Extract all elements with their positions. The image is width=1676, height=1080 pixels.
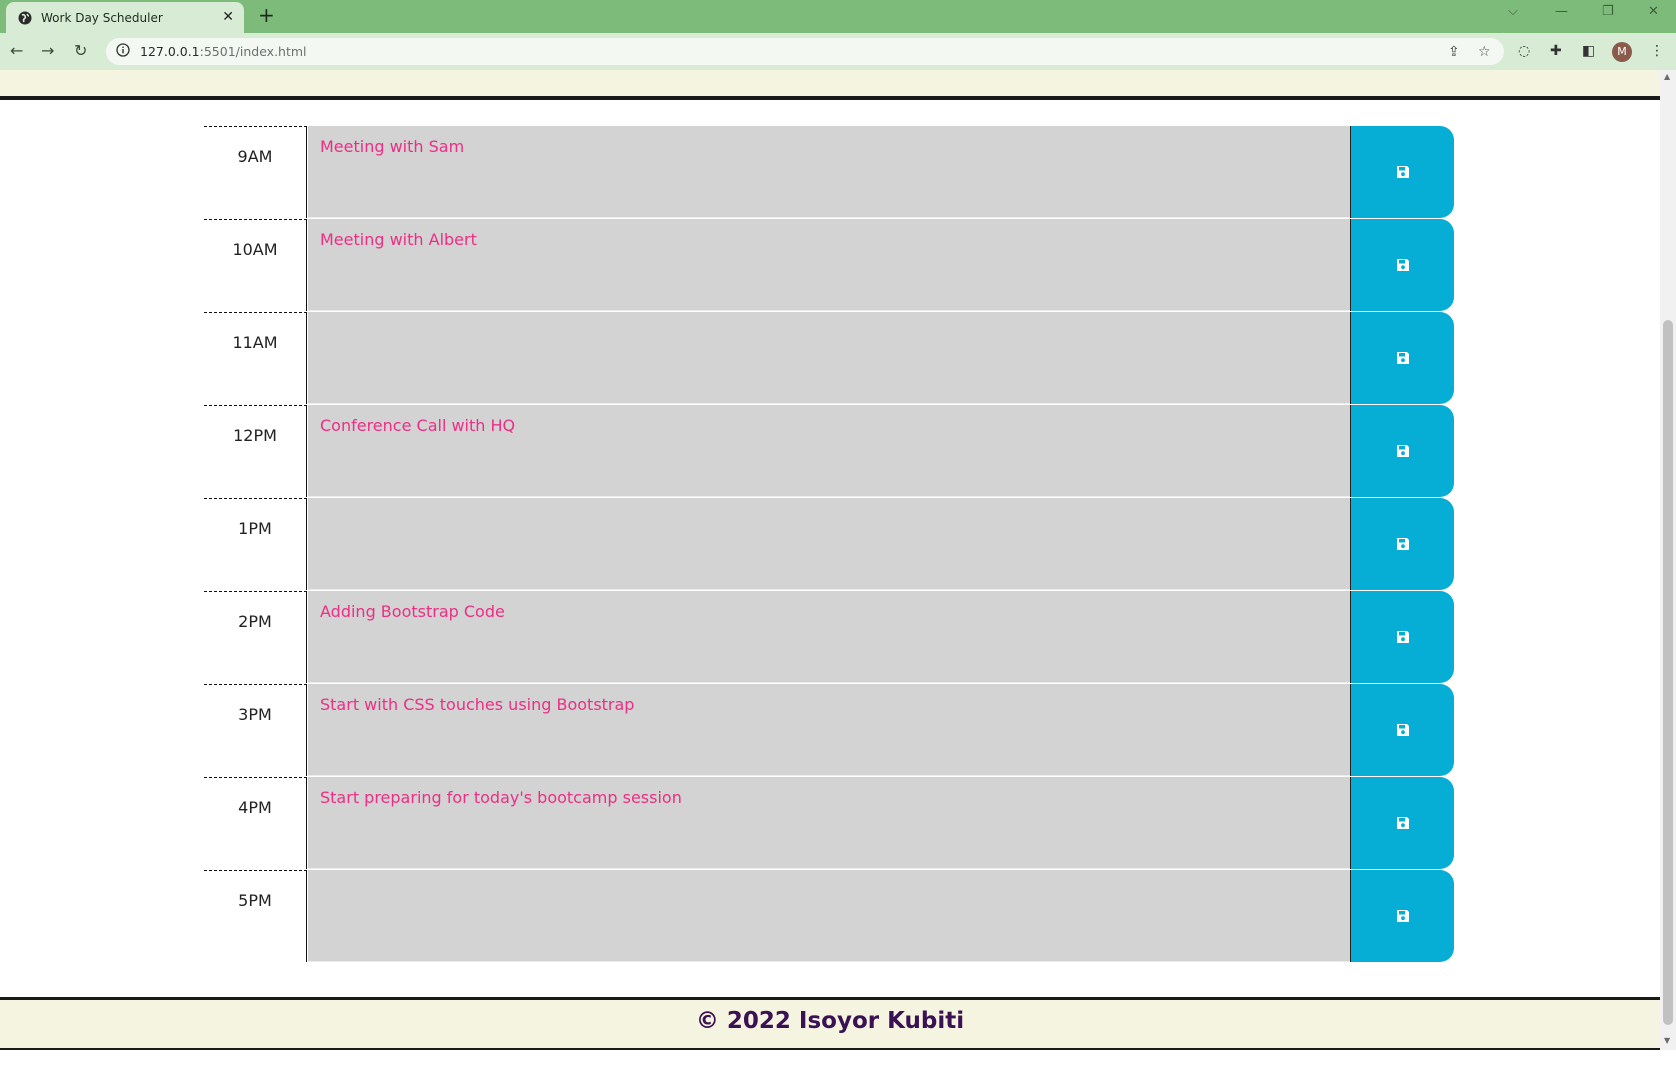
event-description-input[interactable] [308, 870, 1350, 962]
hour-label: 3PM [204, 684, 307, 776]
browser-tab[interactable]: Work Day Scheduler ✕ [6, 2, 244, 33]
scrollbar[interactable]: ▲ ▼ [1660, 70, 1676, 1050]
hour-label: 2PM [204, 591, 307, 683]
save-icon [1396, 259, 1409, 271]
save-button[interactable] [1350, 684, 1454, 776]
event-description-input[interactable]: Conference Call with HQ [308, 405, 1350, 497]
hour-label: 10AM [204, 219, 307, 311]
event-description-input[interactable]: Adding Bootstrap Code [308, 591, 1350, 683]
url-host: 127.0.0.1 [140, 44, 200, 59]
time-block-row: 9AM Meeting with Sam [204, 126, 1454, 219]
event-description-input[interactable] [308, 498, 1350, 590]
time-block-row: 5PM [204, 870, 1454, 963]
save-button[interactable] [1350, 126, 1454, 218]
time-block-row: 10AM Meeting with Albert [204, 219, 1454, 312]
hour-label: 9AM [204, 126, 307, 218]
event-description-input[interactable]: Meeting with Albert [308, 219, 1350, 311]
star-icon[interactable]: ☆ [1478, 44, 1491, 60]
save-button[interactable] [1350, 312, 1454, 404]
save-icon [1396, 166, 1409, 178]
hour-label: 11AM [204, 312, 307, 404]
save-button[interactable] [1350, 870, 1454, 962]
scroll-down-arrow-icon[interactable]: ▼ [1664, 1036, 1670, 1045]
browser-toolbar: ← → ↻ 127.0.0.1:5501/index.html ⇪ ☆ ◌ ✚ … [0, 33, 1676, 70]
save-icon [1396, 538, 1409, 550]
hour-label: 5PM [204, 870, 307, 962]
new-tab-button[interactable]: + [258, 5, 275, 25]
scrollbar-thumb[interactable] [1663, 320, 1673, 1025]
save-icon [1396, 352, 1409, 364]
hour-label: 1PM [204, 498, 307, 590]
time-block-row: 3PM Start with CSS touches using Bootstra… [204, 684, 1454, 777]
hour-label: 12PM [204, 405, 307, 497]
save-button[interactable] [1350, 498, 1454, 590]
globe-icon [18, 11, 32, 25]
footer: © 2022 Isoyor Kubiti [0, 997, 1660, 1050]
time-block-row: 1PM [204, 498, 1454, 591]
kebab-menu-icon[interactable]: ⋮ [1650, 43, 1664, 59]
event-description-input[interactable]: Start with CSS touches using Bootstrap [308, 684, 1350, 776]
event-description-input[interactable] [308, 312, 1350, 404]
puzzle-icon[interactable]: ✚ [1550, 43, 1562, 59]
extension-circle-icon[interactable]: ◌ [1518, 43, 1530, 59]
save-button[interactable] [1350, 405, 1454, 497]
time-block-row: 4PM Start preparing for today's bootcamp … [204, 777, 1454, 870]
time-block-row: 11AM [204, 312, 1454, 405]
save-icon [1396, 817, 1409, 829]
chevron-down-icon[interactable]: ⌵ [1508, 4, 1518, 19]
window-close-icon[interactable]: ✕ [1648, 4, 1659, 19]
save-icon [1396, 910, 1409, 922]
event-description-input[interactable]: Start preparing for today's bootcamp ses… [308, 777, 1350, 869]
info-icon[interactable] [116, 43, 130, 57]
forward-arrow-icon[interactable]: → [41, 41, 54, 60]
save-button[interactable] [1350, 777, 1454, 869]
save-icon [1396, 724, 1409, 736]
url-text: 127.0.0.1:5501/index.html [140, 44, 307, 59]
event-description-input[interactable]: Meeting with Sam [308, 126, 1350, 218]
header-strip [0, 70, 1660, 100]
time-block-row: 2PM Adding Bootstrap Code [204, 591, 1454, 684]
save-button[interactable] [1350, 219, 1454, 311]
save-button[interactable] [1350, 591, 1454, 683]
avatar[interactable]: M [1612, 42, 1632, 62]
back-arrow-icon[interactable]: ← [10, 41, 23, 60]
save-icon [1396, 631, 1409, 643]
minimize-icon[interactable]: — [1555, 4, 1568, 19]
tab-title: Work Day Scheduler [41, 11, 163, 25]
time-block-row: 12PM Conference Call with HQ [204, 405, 1454, 498]
close-icon[interactable]: ✕ [222, 9, 234, 25]
hour-label: 4PM [204, 777, 307, 869]
reload-icon[interactable]: ↻ [74, 41, 87, 60]
copyright-text: © 2022 Isoyor Kubiti [695, 1008, 965, 1034]
page-viewport: 9AM Meeting with Sam 10AM Meeting with Albe… [0, 70, 1660, 1050]
url-path: :5501/index.html [199, 44, 307, 59]
schedule-container: 9AM Meeting with Sam 10AM Meeting with Albe… [204, 126, 1454, 963]
address-bar[interactable]: 127.0.0.1:5501/index.html ⇪ ☆ [106, 38, 1504, 65]
scroll-up-arrow-icon[interactable]: ▲ [1664, 72, 1670, 81]
side-panel-icon[interactable]: ◧ [1582, 43, 1595, 59]
restore-icon[interactable]: ❐ [1602, 4, 1614, 19]
browser-tab-bar: Work Day Scheduler ✕ + ⌵ — ❐ ✕ [0, 0, 1676, 33]
save-icon [1396, 445, 1409, 457]
share-icon[interactable]: ⇪ [1448, 44, 1460, 60]
